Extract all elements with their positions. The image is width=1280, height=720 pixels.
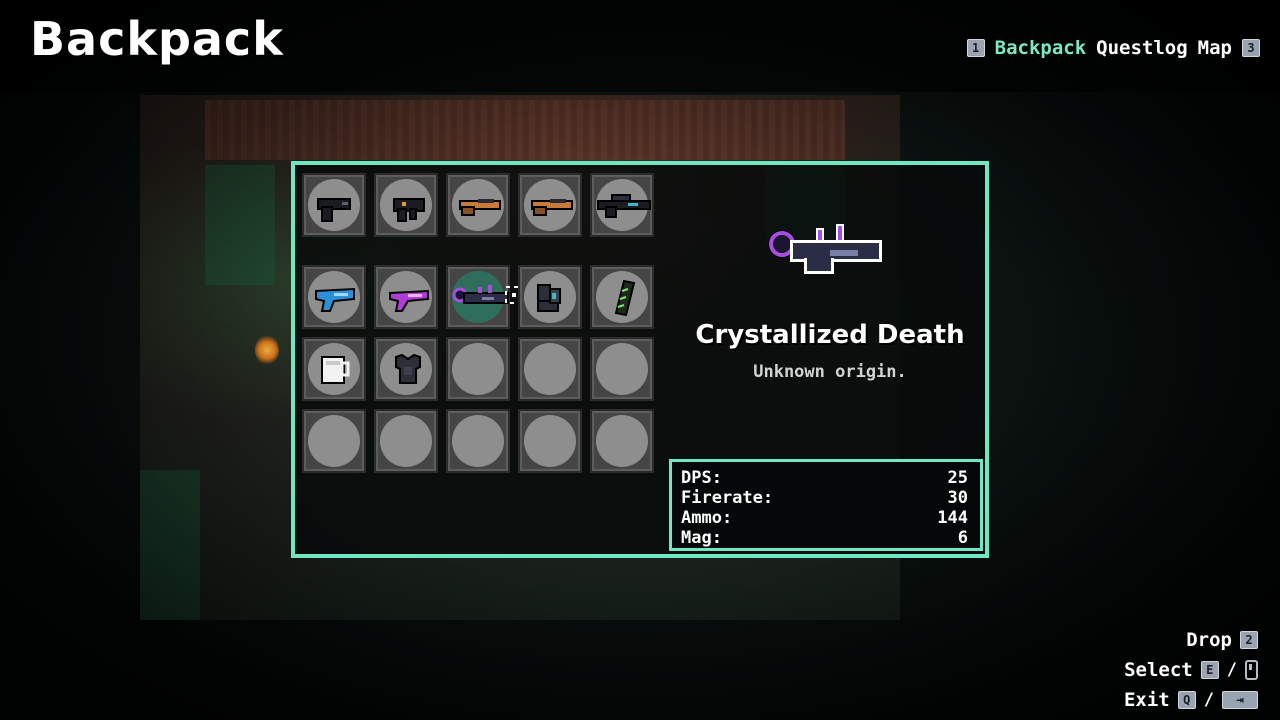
backpack-slot[interactable]: [374, 265, 438, 329]
page-title: Backpack: [30, 12, 284, 66]
stat-row-firerate: Firerate: 30: [681, 488, 968, 508]
backpack-slot[interactable]: [518, 265, 582, 329]
tab-backpack[interactable]: Backpack: [995, 37, 1087, 59]
blaster-blue-icon: [315, 287, 355, 312]
pistol-dark-icon: [317, 198, 351, 222]
equipped-slot[interactable]: [590, 173, 654, 237]
select-label: Select: [1124, 659, 1193, 681]
backpack-slot-empty[interactable]: [302, 409, 366, 473]
stat-label: Firerate:: [681, 488, 774, 508]
tab-key-icon: ⇥: [1222, 691, 1258, 709]
stat-value: 30: [947, 488, 968, 508]
select-key-icon: E: [1200, 661, 1219, 679]
menu-tabs: 1 Backpack Questlog Map 3: [966, 37, 1260, 59]
stat-value: 6: [957, 528, 968, 548]
item-name: Crystallized Death: [695, 320, 965, 350]
drop-hint[interactable]: Drop 2: [1124, 625, 1258, 655]
separator: /: [1203, 690, 1214, 710]
select-hint[interactable]: Select E /: [1124, 655, 1258, 685]
chest-armor-icon: [395, 353, 421, 384]
exit-key-icon: Q: [1177, 691, 1196, 709]
backpack-slot-empty[interactable]: [518, 337, 582, 401]
equipped-slot[interactable]: [302, 173, 366, 237]
stat-label: Mag:: [681, 528, 722, 548]
backpack-slot-empty[interactable]: [446, 337, 510, 401]
stat-value: 144: [937, 508, 968, 528]
item-stats-box: DPS: 25 Firerate: 30 Ammo: 144 Mag: 6: [669, 459, 983, 551]
item-description: Unknown origin.: [753, 362, 907, 382]
green-scroll-icon: [614, 279, 636, 317]
equipped-slot[interactable]: [446, 173, 510, 237]
equipped-slot[interactable]: [374, 173, 438, 237]
backpack-slot-empty[interactable]: [518, 409, 582, 473]
backpack-slot[interactable]: [590, 265, 654, 329]
next-tab-key-icon[interactable]: 3: [1242, 39, 1260, 57]
smg-dark-icon: [393, 198, 425, 222]
control-hints: Drop 2 Select E / Exit Q / ⇥: [1124, 625, 1258, 715]
backpack-slot[interactable]: [374, 337, 438, 401]
boots-icon: [537, 284, 561, 312]
stat-label: Ammo:: [681, 508, 733, 528]
exit-label: Exit: [1123, 689, 1170, 711]
backpack-slot-empty[interactable]: [590, 337, 654, 401]
backpack-slot-selected[interactable]: [446, 265, 523, 329]
blaster-purple-icon: [389, 289, 429, 312]
separator: /: [1226, 660, 1237, 680]
backpack-slot[interactable]: [302, 337, 366, 401]
prev-tab-key-icon[interactable]: 1: [966, 39, 985, 57]
crystal-gun-preview-icon: [768, 224, 882, 274]
drop-label: Drop: [1186, 629, 1232, 651]
mug-icon: [321, 356, 350, 384]
stat-row-ammo: Ammo: 144: [681, 508, 968, 528]
tab-map[interactable]: Map: [1198, 37, 1232, 59]
backpack-slot-empty[interactable]: [446, 409, 510, 473]
shotgun-orange-icon: [459, 199, 501, 216]
equipped-slot[interactable]: [518, 173, 582, 237]
backpack-slot[interactable]: [302, 265, 366, 329]
stat-value: 25: [947, 468, 968, 488]
stat-label: DPS:: [681, 468, 722, 488]
backpack-slot-empty[interactable]: [374, 409, 438, 473]
rifle-dark-icon: [597, 194, 651, 218]
drop-key-icon: 2: [1240, 631, 1258, 649]
shotgun-orange-icon: [531, 199, 573, 216]
exit-hint[interactable]: Exit Q / ⇥: [1124, 685, 1258, 715]
stat-row-mag: Mag: 6: [681, 528, 968, 548]
mouse-click-icon: [1245, 660, 1258, 680]
backpack-slot-empty[interactable]: [590, 409, 654, 473]
tab-questlog[interactable]: Questlog: [1096, 37, 1188, 59]
stat-row-dps: DPS: 25: [681, 468, 968, 488]
